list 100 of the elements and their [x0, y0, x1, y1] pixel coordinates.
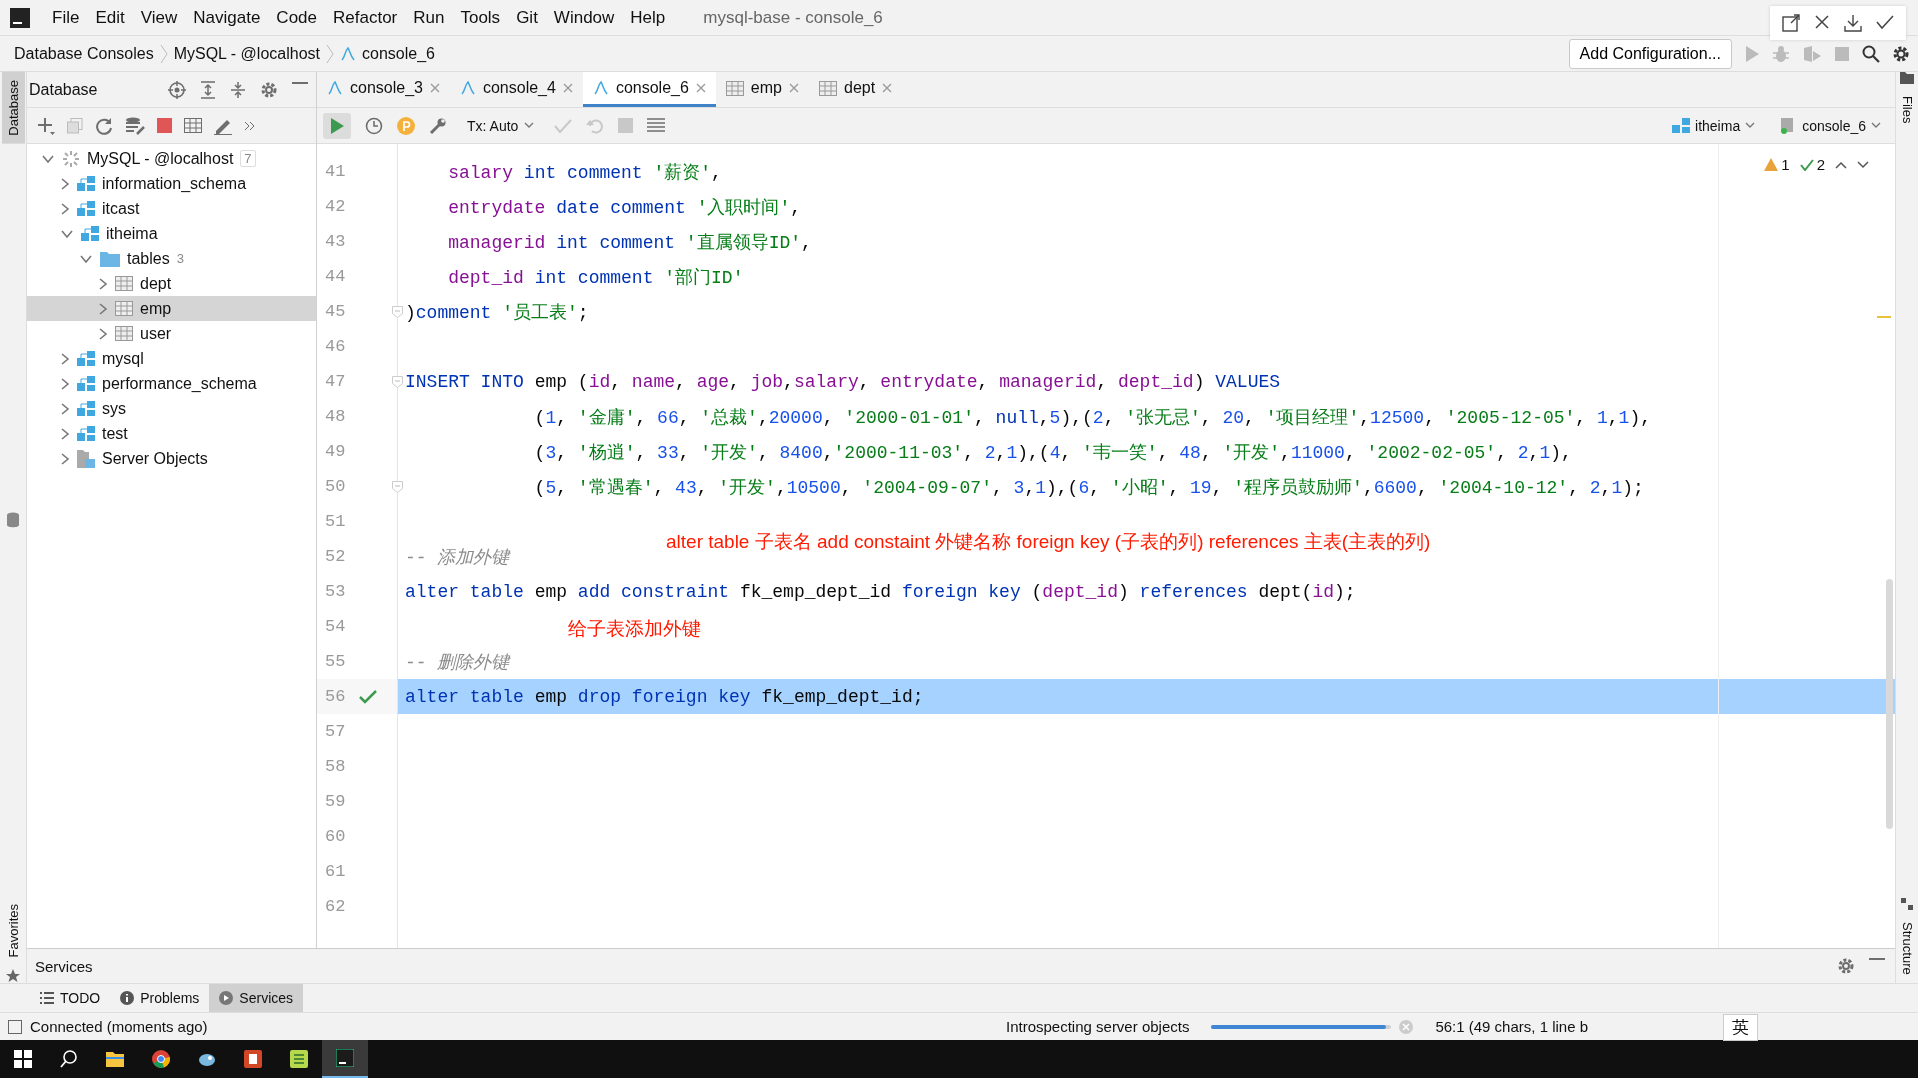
- table-icon: [115, 301, 133, 316]
- menu-item[interactable]: Code: [268, 7, 325, 28]
- tree-item[interactable]: information_schema: [27, 171, 316, 196]
- code-line: INSERT INTO emp (id, name, age, job,salary, entrydate, managerid, dept_id) VALUES: [405, 371, 1281, 392]
- search-icon[interactable]: [1862, 44, 1880, 63]
- tool-window-tab[interactable]: TODO: [30, 984, 111, 1012]
- star-icon[interactable]: [6, 969, 20, 983]
- refresh-icon[interactable]: [95, 116, 113, 135]
- side-tab[interactable]: Database: [1, 72, 25, 144]
- line-number: 51: [325, 512, 347, 531]
- tree-item[interactable]: sys: [27, 396, 316, 421]
- tree-item[interactable]: emp: [27, 296, 316, 321]
- line-number: 55: [325, 652, 347, 671]
- database-icon[interactable]: [6, 511, 20, 528]
- side-tab[interactable]: Files: [1895, 88, 1918, 132]
- tree-item[interactable]: test: [27, 421, 316, 446]
- tool-window-tab[interactable]: Problems: [110, 984, 210, 1012]
- menu-item[interactable]: Refactor: [325, 7, 406, 28]
- settings-icon[interactable]: [1892, 44, 1910, 63]
- schema-icon: [77, 175, 95, 192]
- folder-icon[interactable]: [1900, 72, 1914, 84]
- line-number: 58: [325, 757, 347, 776]
- menu-item[interactable]: View: [132, 7, 186, 28]
- taskbar-button[interactable]: [322, 1040, 368, 1078]
- tree-item[interactable]: itheima: [27, 221, 316, 246]
- wrench-icon[interactable]: [429, 116, 447, 135]
- check-icon[interactable]: [1876, 14, 1894, 30]
- menu-item[interactable]: Run: [405, 7, 453, 28]
- tree-item[interactable]: Server Objects: [27, 446, 316, 471]
- schema-dropdown[interactable]: itheima: [1672, 117, 1756, 134]
- list-icon: [40, 991, 54, 1005]
- side-tab[interactable]: Structure: [1895, 914, 1918, 983]
- spreadsheet-app-icon: [290, 1050, 308, 1068]
- code-line: (3, '杨逍', 33, '开发', 8400,'2000-11-03', 2,1),(4, '韦一笑', 48, '开发',11000, '2002-02-05', 2,1),: [533, 441, 1572, 464]
- breadcrumb[interactable]: Database Consoles: [14, 44, 154, 63]
- breadcrumb[interactable]: MySQL - @localhost: [173, 44, 320, 63]
- chevron-right-icon: [98, 301, 108, 316]
- tree-item[interactable]: itcast: [27, 196, 316, 221]
- menu-item[interactable]: Window: [545, 7, 623, 28]
- warning-count[interactable]: 1: [1764, 156, 1790, 173]
- schema-icon: [1672, 117, 1691, 134]
- code-line: alter table emp drop foreign key fk_emp_dept_id;: [405, 686, 924, 707]
- check-icon: [1799, 158, 1814, 171]
- chevron-down-icon: [60, 228, 74, 239]
- add-icon[interactable]: [37, 116, 55, 135]
- structure-icon[interactable]: [1901, 898, 1913, 911]
- tree-item[interactable]: tables 3: [27, 246, 316, 271]
- target-icon[interactable]: [168, 80, 186, 99]
- editor-tab[interactable]: dept: [809, 72, 903, 107]
- breadcrumb[interactable]: console_6: [340, 44, 435, 63]
- table-icon[interactable]: [184, 118, 202, 133]
- expand-all-icon[interactable]: [200, 80, 216, 99]
- code-line: -- 添加外键: [405, 546, 510, 569]
- menu-item[interactable]: Help: [622, 7, 674, 28]
- session-dropdown[interactable]: console_6: [1779, 117, 1881, 134]
- scrollbar[interactable]: [1886, 579, 1893, 829]
- side-tab[interactable]: Favorites: [1, 895, 25, 965]
- close-icon[interactable]: [1814, 14, 1830, 30]
- more-icon[interactable]: [244, 120, 256, 131]
- check-count[interactable]: 2: [1799, 156, 1825, 173]
- tool-window-tab[interactable]: Services: [209, 984, 304, 1012]
- editor-tab[interactable]: console_6: [582, 72, 716, 107]
- tree-item[interactable]: user: [27, 321, 316, 346]
- input-method-indicator[interactable]: 英: [1723, 1014, 1758, 1041]
- collapse-all-icon[interactable]: [230, 80, 246, 99]
- menu-item[interactable]: Git: [508, 7, 546, 28]
- tree-item[interactable]: MySQL - @localhost 7: [27, 146, 316, 171]
- warning-marker: [1877, 316, 1891, 318]
- tree-item[interactable]: performance_schema: [27, 371, 316, 396]
- schema-tools-icon[interactable]: [125, 116, 145, 135]
- editor-tab[interactable]: console_4: [449, 72, 583, 107]
- line-number: 46: [325, 337, 347, 356]
- menu-item[interactable]: Edit: [87, 7, 133, 28]
- table-icon: [115, 276, 133, 291]
- chevron-right-icon: [60, 351, 70, 366]
- editor-tab[interactable]: emp: [715, 72, 809, 107]
- transaction-mode-dropdown[interactable]: Tx: Auto: [467, 117, 535, 134]
- line-number: 60: [325, 827, 347, 846]
- execute-button[interactable]: [323, 112, 351, 139]
- history-icon[interactable]: [365, 116, 383, 135]
- cursor-position[interactable]: 56:1 (49 chars, 1 line b: [1435, 1018, 1588, 1035]
- table-icon: [819, 80, 837, 96]
- tree-item[interactable]: dept: [27, 271, 316, 296]
- menu-item[interactable]: Navigate: [185, 7, 269, 28]
- line-number: 41: [325, 162, 347, 181]
- folder-icon: [100, 250, 120, 267]
- menu-item[interactable]: Tools: [452, 7, 509, 28]
- line-number: 61: [325, 862, 347, 881]
- schema-icon: [81, 225, 99, 242]
- tree-item[interactable]: mysql: [27, 346, 316, 371]
- output-list-icon[interactable]: [647, 117, 666, 134]
- line-number: 57: [325, 722, 347, 741]
- editor-tab[interactable]: console_3: [317, 72, 450, 107]
- minimize-icon[interactable]: [1869, 957, 1885, 961]
- database-app-icon: [336, 1049, 354, 1067]
- panel-toggle-icon[interactable]: [8, 1019, 22, 1034]
- add-configuration-button[interactable]: Add Configuration...: [1568, 38, 1732, 69]
- external-window-icon[interactable]: [1782, 14, 1800, 32]
- download-icon[interactable]: [1844, 14, 1862, 32]
- menu-item[interactable]: File: [44, 7, 88, 28]
